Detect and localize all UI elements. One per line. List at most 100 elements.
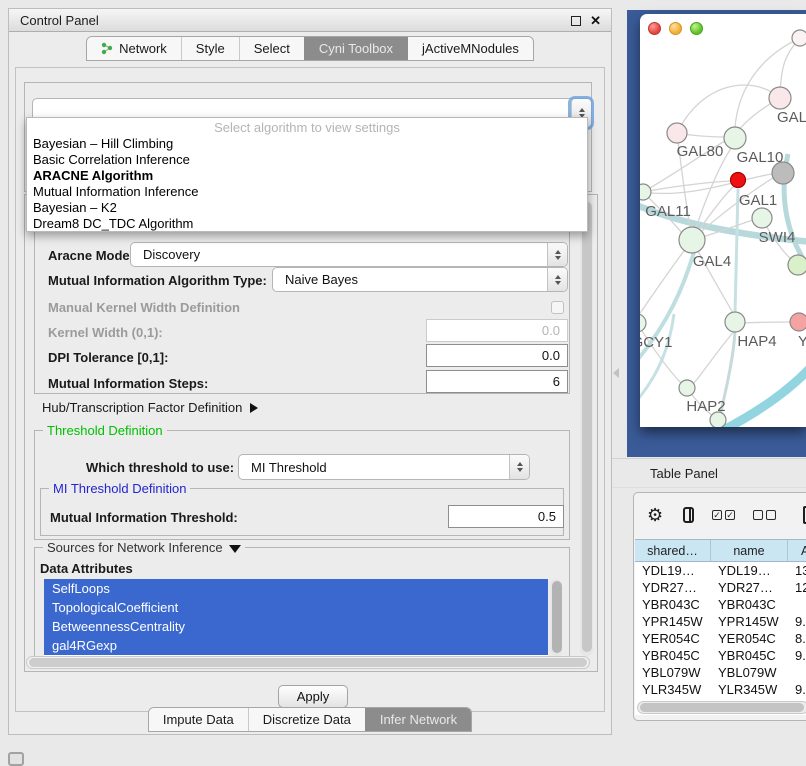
algorithm-option[interactable]: Basic Correlation Inference [27, 152, 587, 168]
kernel-width-input[interactable]: 0.0 [426, 319, 568, 342]
table-row[interactable]: YBL079W YBL079W [635, 664, 806, 681]
node-hap2[interactable] [679, 380, 695, 396]
node-label: HAP4 [737, 333, 776, 350]
table-row[interactable]: YLR345W YLR345W 9. [635, 681, 806, 698]
mi-type-label: Mutual Information Algorithm Type: [48, 273, 267, 288]
algorithm-option-selected[interactable]: ARACNE Algorithm [27, 168, 587, 184]
edge [677, 85, 780, 133]
algorithm-option[interactable]: Bayesian – K2 [27, 200, 587, 216]
which-threshold-combo[interactable]: MI Threshold [238, 454, 530, 480]
table-row[interactable]: YPR145W YPR145W 9. [635, 613, 806, 630]
tab-style[interactable]: Style [181, 37, 239, 60]
apply-button[interactable]: Apply [278, 685, 348, 708]
table-hscrollbar-thumb[interactable] [640, 703, 804, 712]
node-gal4[interactable] [679, 227, 705, 253]
mi-threshold-label: Mutual Information Threshold: [50, 510, 238, 525]
threshold-definition-title: Threshold Definition [43, 423, 167, 438]
expander-expanded-icon [229, 545, 241, 553]
mi-type-combo[interactable]: Naive Bayes [272, 267, 568, 292]
node-hap4[interactable] [725, 312, 745, 332]
edge [720, 364, 806, 427]
node-gcy1[interactable] [640, 314, 646, 332]
column-header-shared-name[interactable]: shared… [635, 540, 711, 561]
manual-kernel-checkbox[interactable] [551, 301, 564, 314]
node-label: GAL10 [737, 149, 784, 166]
attribute-item[interactable]: BetweennessCentrality [44, 617, 548, 636]
node-label: GAL11 [645, 203, 691, 220]
node-label: GCY1 [640, 334, 672, 351]
network-canvas[interactable]: GAL GAL80 GAL10 GAL1 GAL11 SWI4 GAL4 GCY… [640, 14, 806, 427]
column-layout-icon[interactable] [683, 507, 694, 523]
settings-scrollbar[interactable] [580, 200, 593, 656]
algorithm-option[interactable]: Dream8 DC_TDC Algorithm [27, 216, 587, 232]
aracne-mode-value: Discovery [131, 247, 547, 262]
select-all-icon[interactable]: ✓✓ [712, 510, 735, 520]
panel-splitter-handle[interactable] [613, 368, 619, 378]
table-hscrollbar[interactable] [637, 701, 806, 714]
tab-infer-network[interactable]: Infer Network [365, 708, 471, 731]
table-row[interactable]: YBR045C YBR045C 9. [635, 647, 806, 664]
tab-network[interactable]: Network [87, 37, 181, 60]
dpi-tolerance-input[interactable]: 0.0 [426, 344, 568, 367]
corner-widget-icon[interactable] [8, 752, 24, 766]
hub-definition-expander[interactable]: Hub/Transcription Factor Definition [42, 400, 258, 415]
network-view-window[interactable]: GAL GAL80 GAL10 GAL1 GAL11 SWI4 GAL4 GCY… [640, 14, 806, 427]
tab-network-label: Network [119, 41, 167, 56]
deselect-all-icon[interactable] [753, 510, 776, 520]
attribute-item[interactable]: SelfLoops [44, 579, 548, 598]
attribute-item[interactable]: TopologicalCoefficient [44, 598, 548, 617]
tab-discretize-data[interactable]: Discretize Data [248, 708, 365, 731]
settings-hscrollbar-thumb[interactable] [29, 658, 587, 667]
mi-threshold-input[interactable]: 0.5 [448, 505, 564, 528]
node-gal-partial[interactable] [769, 87, 791, 109]
table-row[interactable]: YDR27… YDR27… 12 [635, 579, 806, 596]
settings-hscrollbar[interactable] [26, 656, 590, 669]
float-window-icon[interactable] [571, 16, 581, 26]
tab-select[interactable]: Select [239, 37, 304, 60]
node-label: Y [798, 333, 806, 350]
algorithm-option[interactable]: Mutual Information Inference [27, 184, 587, 200]
node-partial-right[interactable] [788, 255, 806, 275]
attributes-scrollbar-thumb[interactable] [552, 581, 562, 653]
mi-steps-value: 6 [553, 374, 560, 389]
network-icon [101, 42, 114, 55]
tab-cyni-toolbox[interactable]: Cyni Toolbox [304, 37, 407, 60]
tab-impute-data[interactable]: Impute Data [149, 708, 248, 731]
table-row[interactable]: YER054C YER054C 8. [635, 630, 806, 647]
node-partial-top[interactable] [792, 30, 806, 46]
attribute-item[interactable]: gal4RGexp [44, 636, 548, 655]
node-label: GAL4 [693, 253, 731, 270]
gear-icon[interactable]: ⚙ [647, 506, 663, 524]
data-attributes-label: Data Attributes [40, 561, 133, 576]
sources-title[interactable]: Sources for Network Inference [43, 540, 245, 555]
node-gal10[interactable] [724, 127, 746, 149]
table-row[interactable]: YDL19… YDL19… 13 [635, 562, 806, 579]
mac-zoom-button[interactable] [690, 22, 703, 35]
tab-jactivemnodules[interactable]: jActiveMNodules [407, 37, 533, 60]
algorithm-option[interactable]: Bayesian – Hill Climbing [27, 136, 587, 152]
mac-minimize-button[interactable] [669, 22, 682, 35]
table-row[interactable]: YBR043C YBR043C [635, 596, 806, 613]
mac-close-button[interactable] [648, 22, 661, 35]
mi-threshold-value: 0.5 [538, 509, 556, 524]
column-header-name[interactable]: name [711, 540, 788, 561]
node-red-selected[interactable] [731, 173, 746, 188]
kernel-width-label: Kernel Width (0,1): [48, 325, 163, 340]
node-gal80[interactable] [667, 123, 687, 143]
mi-steps-label: Mutual Information Steps: [48, 376, 208, 391]
combo-stepper-icon [509, 455, 529, 479]
node-gal1[interactable] [752, 208, 772, 228]
edge [643, 174, 772, 193]
node-gal11[interactable] [640, 184, 651, 200]
table-toolbar: ⚙ ✓✓ [634, 493, 806, 537]
table-panel-widget: ⚙ ✓✓ shared… name A YDL19… YDL19… 13 YD [633, 492, 806, 721]
settings-scrollbar-thumb[interactable] [582, 202, 592, 652]
mi-steps-input[interactable]: 6 [426, 370, 568, 393]
node-salmon[interactable] [790, 313, 806, 331]
column-header-partial[interactable]: A [788, 540, 806, 561]
aracne-mode-label: Aracne Mode: [48, 248, 134, 263]
attributes-scrollbar[interactable] [550, 579, 562, 656]
close-icon[interactable]: ✕ [590, 14, 601, 27]
aracne-mode-combo[interactable]: Discovery [130, 242, 568, 267]
edge [743, 322, 791, 323]
